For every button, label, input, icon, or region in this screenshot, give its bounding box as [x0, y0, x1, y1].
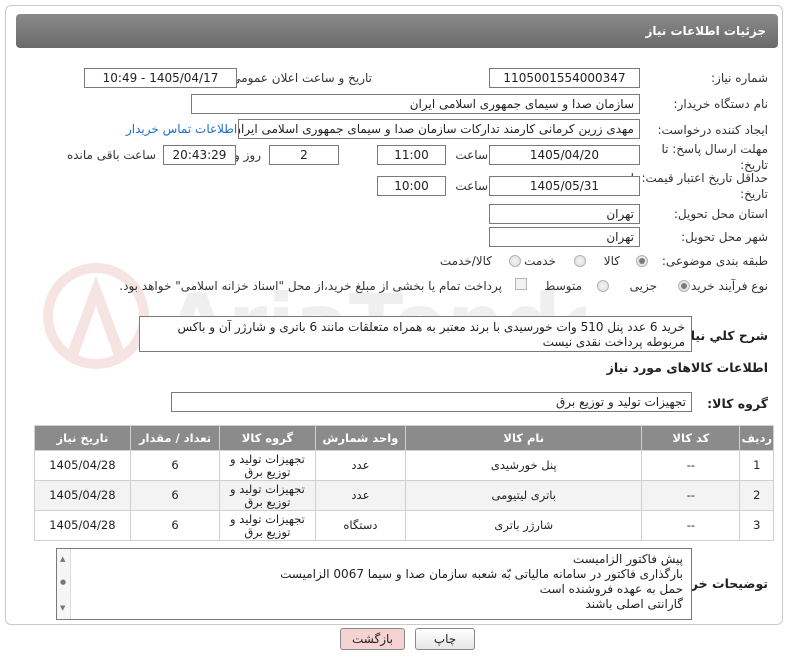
- city-field: تهران: [489, 227, 640, 247]
- cell-unit: عدد: [314, 480, 407, 511]
- cell-qty: 6: [129, 450, 221, 481]
- scroll-up-icon[interactable]: ▲: [60, 552, 65, 567]
- need-number-field: 1105001554000347: [489, 68, 640, 88]
- announce-datetime-field: 1405/04/17 - 10:49: [84, 68, 237, 88]
- col-row: ردیف: [739, 425, 774, 451]
- cell-row: 1: [739, 450, 774, 481]
- goods-group-label: گروه کالا:: [707, 396, 768, 411]
- cell-group: تجهیزات تولید و توزیع برق: [219, 510, 316, 541]
- back-button[interactable]: بازگشت: [340, 628, 405, 650]
- treasury-payment-checkbox[interactable]: [515, 278, 527, 290]
- cell-date: 1405/04/28: [34, 510, 131, 541]
- requester-label: ایجاد کننده درخواست:: [657, 123, 768, 137]
- reply-time-field: 11:00: [377, 145, 446, 165]
- table-header-row: ردیف کد کالا نام کالا واحد شمارش گروه کا…: [34, 425, 774, 451]
- cell-group: تجهیزات تولید و توزیع برق: [219, 480, 316, 511]
- cell-row: 2: [739, 480, 774, 511]
- category-label: طبقه بندی موضوعی:: [661, 254, 768, 268]
- cell-qty: 6: [129, 480, 221, 511]
- day-and-label: روز و: [234, 148, 261, 162]
- category-option-goods-service: کالا/خدمت: [439, 254, 492, 268]
- items-table: ردیف کد کالا نام کالا واحد شمارش گروه کا…: [34, 425, 774, 541]
- table-row: 1 -- پنل خورشیدی عدد تجهیزات تولید و توز…: [34, 450, 774, 481]
- scroll-down-icon[interactable]: ▼: [60, 601, 65, 616]
- province-field: تهران: [489, 204, 640, 224]
- col-unit: واحد شمارش: [314, 425, 407, 451]
- buyer-note-line: بارگذاری فاکتور در سامانه مالیاتی بّه شع…: [280, 567, 683, 581]
- buyer-note-line: پیش فاکتور الزامیست: [572, 552, 683, 566]
- buyer-note-line: گارانتی اصلی باشند: [585, 597, 683, 611]
- buyer-contact-link[interactable]: اطلاعات تماس خریدار: [126, 122, 237, 136]
- scroll-thumb-icon[interactable]: ●: [60, 575, 66, 590]
- col-qty: تعداد / مقدار: [129, 425, 221, 451]
- buyer-notes-box[interactable]: پیش فاکتور الزامیست بارگذاری فاکتور در س…: [56, 548, 692, 620]
- cell-code: --: [641, 510, 741, 541]
- cell-date: 1405/04/28: [34, 480, 131, 511]
- category-radio-service[interactable]: [574, 255, 586, 267]
- purchase-radio-minor[interactable]: [678, 280, 690, 292]
- reply-deadline-label: مهلت ارسال پاسخ: تا تاریخ:: [661, 142, 768, 172]
- cell-row: 3: [739, 510, 774, 541]
- province-label: استان محل تحویل:: [673, 207, 768, 221]
- col-name: نام کالا: [405, 425, 643, 451]
- need-number-label: شماره نیاز:: [711, 71, 768, 85]
- remaining-time-field: 20:43:29: [163, 145, 236, 165]
- announce-datetime-label: تاریخ و ساعت اعلان عمومی:: [227, 71, 372, 85]
- cell-group: تجهیزات تولید و توزیع برق: [219, 450, 316, 481]
- print-button[interactable]: چاپ: [415, 628, 475, 650]
- cell-unit: عدد: [314, 450, 407, 481]
- remaining-label: ساعت باقی مانده: [66, 148, 156, 162]
- table-row: 2 -- باتری لیتیومی عدد تجهیزات تولید و ت…: [34, 480, 774, 511]
- validity-time-label: ساعت: [455, 179, 488, 193]
- buyer-org-field: سازمان صدا و سیمای جمهوری اسلامی ایران: [191, 94, 640, 114]
- col-group: گروه کالا: [219, 425, 316, 451]
- city-label: شهر محل تحویل:: [681, 230, 768, 244]
- goods-info-heading: اطلاعات کالاهای مورد نیاز: [606, 360, 768, 375]
- purchase-type-label: نوع فرآیند خرید :: [683, 279, 768, 293]
- goods-group-field: تجهیزات تولید و توزیع برق: [171, 392, 692, 412]
- category-option-goods: کالا: [603, 254, 620, 268]
- table-row: 3 -- شارژر باتری دستگاه تجهیزات تولید و …: [34, 510, 774, 541]
- buyer-note-line: حمل به عهده فروشنده است: [539, 582, 683, 596]
- notes-scrollbar[interactable]: ▲ ● ▼: [57, 549, 71, 619]
- general-desc-box: خرید 6 عدد پنل 510 وات خورسیدی با برند م…: [139, 316, 692, 352]
- validity-time-field: 10:00: [377, 176, 446, 196]
- reply-date-field: 1405/04/20: [489, 145, 640, 165]
- buyer-org-label: نام دستگاه خریدار:: [673, 97, 769, 111]
- cell-name: باتری لیتیومی: [405, 480, 643, 511]
- category-radio-goods[interactable]: [636, 255, 648, 267]
- reply-time-label: ساعت: [455, 148, 488, 162]
- treasury-payment-note: پرداخت تمام یا بخشی از مبلغ خرید،از محل …: [119, 279, 502, 293]
- cell-date: 1405/04/28: [34, 450, 131, 481]
- reply-days-field: 2: [269, 145, 339, 165]
- category-option-service: خدمت: [524, 254, 556, 268]
- cell-name: شارژر باتری: [405, 510, 643, 541]
- cell-unit: دستگاه: [314, 510, 407, 541]
- purchase-radio-medium[interactable]: [597, 280, 609, 292]
- price-validity-label: حداقل تاریخ اعتبار قیمت: تا تاریخ:: [630, 171, 768, 201]
- need-details-panel: AriaTender.net جزئیات اطلاعات نیاز شماره…: [5, 5, 783, 625]
- cell-name: پنل خورشیدی: [405, 450, 643, 481]
- purchase-option-medium: متوسط: [544, 279, 582, 293]
- category-radio-goods-service[interactable]: [509, 255, 521, 267]
- cell-code: --: [641, 480, 741, 511]
- validity-date-field: 1405/05/31: [489, 176, 640, 196]
- requester-field: مهدی زرین کرمانی کارمند تدارکات سازمان ص…: [238, 119, 640, 139]
- cell-code: --: [641, 450, 741, 481]
- page-title: جزئیات اطلاعات نیاز: [16, 14, 778, 48]
- col-date: تاریخ نیاز: [34, 425, 131, 451]
- cell-qty: 6: [129, 510, 221, 541]
- purchase-option-minor: جزیی: [629, 279, 657, 293]
- col-code: کد کالا: [641, 425, 741, 451]
